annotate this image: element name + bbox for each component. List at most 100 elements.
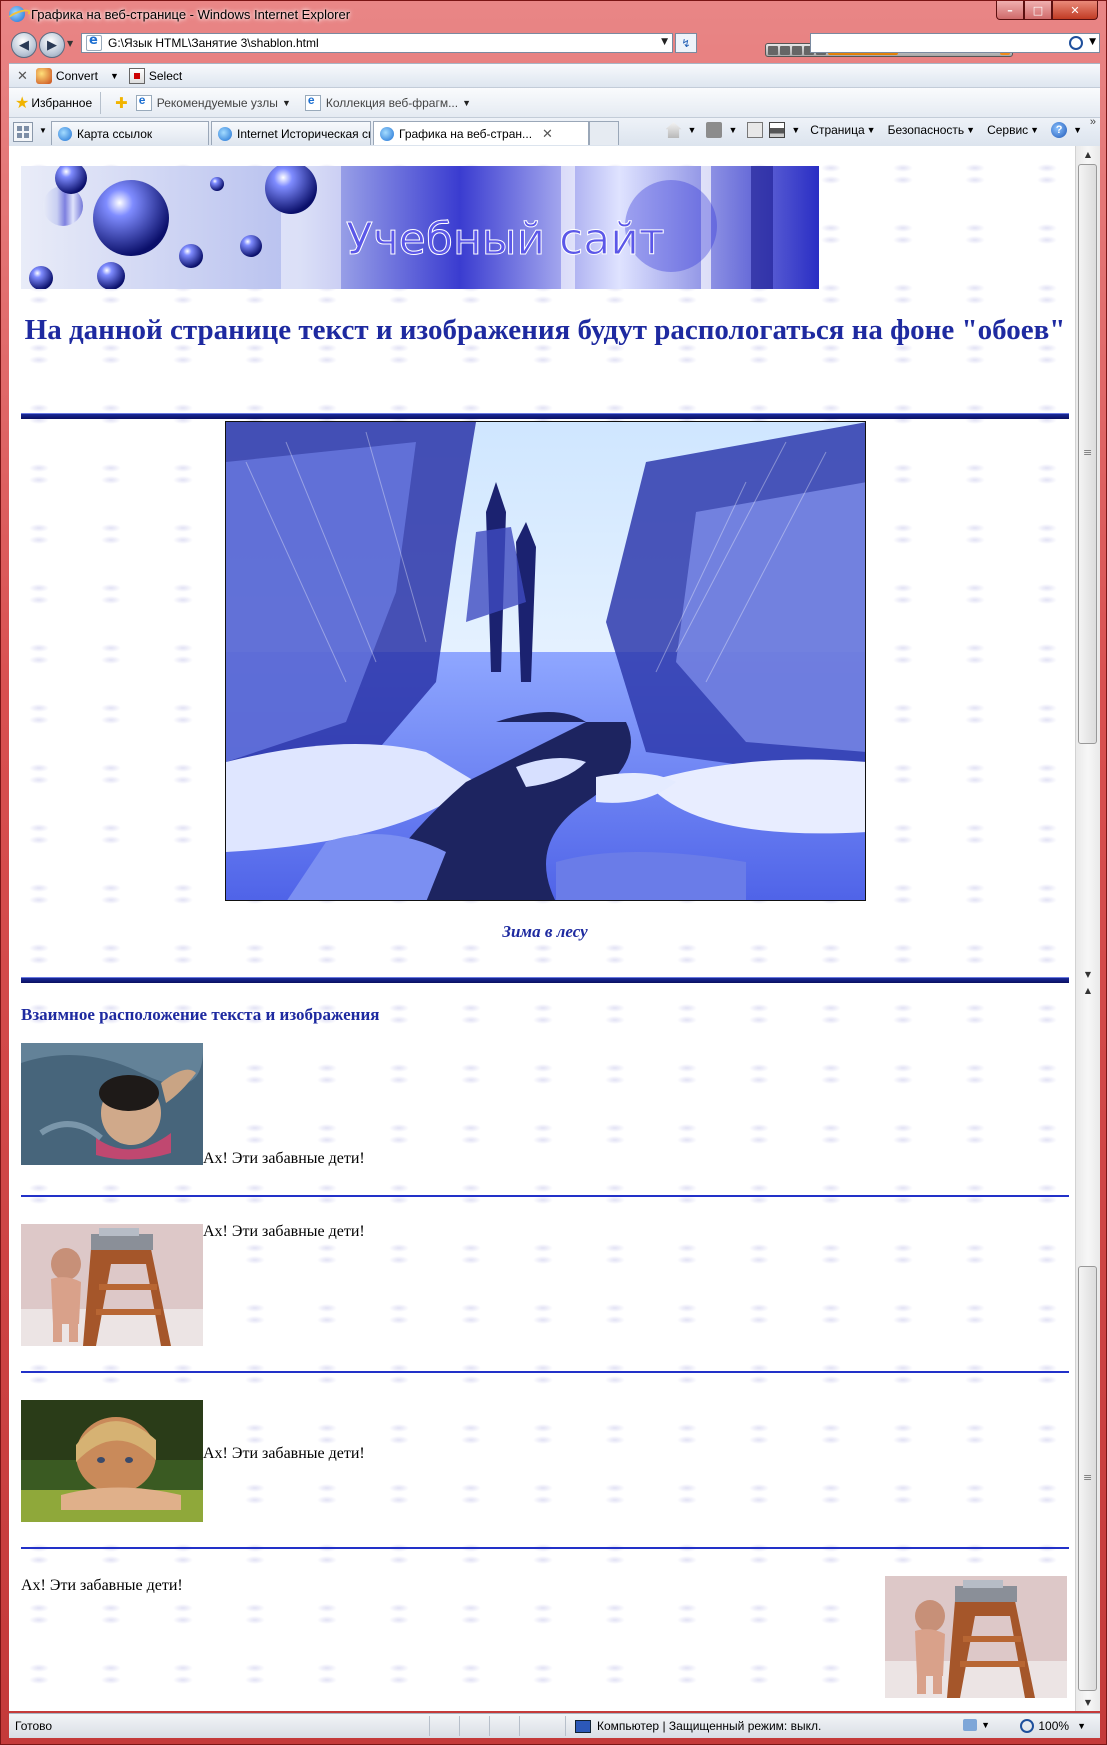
section-title: Взаимное расположение текста и изображен… bbox=[21, 1005, 380, 1024]
chevron-down-icon: ▼ bbox=[1030, 125, 1040, 135]
new-tab-button[interactable] bbox=[589, 121, 619, 145]
favorites-button[interactable]: Избранное bbox=[31, 96, 92, 110]
scrollbar-thumb[interactable] bbox=[1078, 164, 1097, 744]
select-button[interactable]: Select bbox=[128, 68, 183, 84]
home-dropdown-icon[interactable]: ▼ bbox=[688, 125, 697, 135]
search-dropdown-icon[interactable]: ▼ bbox=[1089, 37, 1096, 47]
toolbar-divider bbox=[100, 92, 102, 114]
tab-label: Карта ссылок bbox=[77, 126, 153, 141]
chevron-down-icon: ▼ bbox=[462, 98, 472, 108]
address-bar[interactable]: G:\Язык HTML\Занятие 3\shablon.html ▼ bbox=[81, 33, 673, 53]
help-dropdown-icon[interactable]: ▼ bbox=[1073, 125, 1082, 135]
ie-page-icon bbox=[380, 126, 394, 141]
back-button[interactable]: ◀ bbox=[11, 32, 37, 58]
page-menu[interactable]: Страница ▼ bbox=[810, 123, 875, 137]
zoom-level: 100% bbox=[1038, 1719, 1070, 1733]
zoom-dropdown-icon[interactable]: ▼ bbox=[1077, 1721, 1086, 1731]
browser-window: Графика на веб-странице - Windows Intern… bbox=[0, 0, 1107, 1745]
address-dropdown-icon[interactable]: ▼ bbox=[661, 37, 668, 47]
scrollbar-thumb[interactable] bbox=[1078, 1266, 1097, 1691]
tab-label: Графика на веб-стран... bbox=[399, 126, 533, 141]
page-icon bbox=[135, 93, 152, 111]
horizontal-rule bbox=[21, 977, 1069, 983]
favorites-star-icon: ★ bbox=[15, 95, 30, 112]
convert-dropdown-icon[interactable]: ▼ bbox=[110, 71, 119, 81]
tab-historical[interactable]: Internet Историческая сп... bbox=[211, 121, 371, 145]
convert-button[interactable]: Convert bbox=[35, 68, 98, 84]
child-grass-image bbox=[21, 1400, 203, 1522]
quick-tabs-button[interactable] bbox=[13, 122, 33, 142]
print-dropdown-icon[interactable]: ▼ bbox=[791, 125, 800, 135]
maximize-button[interactable]: □ bbox=[1024, 1, 1052, 20]
ie-page-icon bbox=[58, 126, 72, 141]
zoom-control[interactable]: 100% ▼ bbox=[1020, 1719, 1086, 1733]
winter-forest-image bbox=[225, 421, 866, 901]
ie-logo-icon bbox=[9, 6, 25, 22]
safety-menu[interactable]: Безопасность ▼ bbox=[888, 123, 975, 137]
window-controls: – □ ✕ bbox=[996, 1, 1098, 20]
convert-icon bbox=[35, 68, 52, 84]
title-bar: Графика на веб-странице - Windows Intern… bbox=[9, 3, 909, 25]
scroll-down-arrow-icon[interactable]: ▼ bbox=[1076, 1694, 1100, 1710]
status-text: Готово bbox=[15, 1719, 53, 1733]
security-zone[interactable]: Компьютер | Защищенный режим: выкл. bbox=[575, 1719, 821, 1733]
tab-site-map[interactable]: Карта ссылок bbox=[51, 121, 209, 145]
fun-text: Ах! Эти забавные дети! bbox=[203, 1445, 365, 1462]
swimming-child-image bbox=[21, 1043, 203, 1165]
protected-mode-button[interactable]: ▼ bbox=[963, 1719, 990, 1731]
mail-icon[interactable] bbox=[747, 122, 764, 138]
zone-label: Компьютер | Защищенный режим: выкл. bbox=[597, 1719, 822, 1733]
close-button[interactable]: ✕ bbox=[1052, 1, 1098, 20]
status-divider bbox=[519, 1716, 520, 1736]
media-play-icon[interactable] bbox=[768, 45, 778, 55]
tools-menu[interactable]: Сервис ▼ bbox=[987, 123, 1039, 137]
tab-graphics[interactable]: Графика на веб-стран... ✕ bbox=[373, 121, 589, 145]
site-banner: Учебный сайт bbox=[21, 166, 819, 289]
close-toolbar-icon[interactable]: ✕ bbox=[17, 68, 28, 84]
media-pause-icon[interactable] bbox=[780, 45, 790, 55]
computer-zone-icon bbox=[575, 1719, 591, 1733]
print-icon[interactable] bbox=[769, 122, 786, 138]
fav-item-suggested-sites[interactable]: Рекомендуемые узлы ▼ bbox=[135, 93, 291, 111]
chevron-down-icon: ▼ bbox=[966, 125, 976, 135]
minimize-button[interactable]: – bbox=[996, 1, 1024, 20]
convert-label: Convert bbox=[55, 69, 98, 83]
feeds-dropdown-icon[interactable]: ▼ bbox=[728, 125, 737, 135]
feeds-icon[interactable] bbox=[706, 122, 723, 138]
favorites-bar: ★ Избранное ✚ Рекомендуемые узлы ▼ Колле… bbox=[9, 87, 1100, 118]
search-input[interactable]: ▼ bbox=[810, 33, 1100, 53]
address-input[interactable]: G:\Язык HTML\Занятие 3\shablon.html bbox=[108, 36, 319, 50]
compat-refresh-button[interactable]: ↯ bbox=[675, 33, 697, 53]
search-icon[interactable] bbox=[1069, 36, 1083, 50]
media-stop-icon[interactable] bbox=[792, 45, 802, 55]
tab-label: Internet Историческая сп... bbox=[237, 126, 371, 141]
fun-text: Ах! Эти забавные дети! bbox=[203, 1223, 365, 1240]
home-icon[interactable] bbox=[665, 122, 682, 138]
chevron-down-icon: ▼ bbox=[866, 125, 876, 135]
vertical-scrollbar[interactable]: ▲ ▼ ▲ ▼ bbox=[1075, 146, 1100, 1711]
scroll-up-arrow-icon[interactable]: ▲ bbox=[1076, 146, 1100, 162]
horizontal-rule bbox=[21, 413, 1069, 419]
scroll-up-arrow-icon[interactable]: ▲ bbox=[1076, 982, 1100, 998]
ie-page-icon bbox=[218, 126, 232, 141]
horizontal-rule bbox=[21, 1195, 1069, 1197]
tab-list-dropdown-icon[interactable]: ▼ bbox=[39, 126, 47, 135]
history-dropdown-icon[interactable]: ▼ bbox=[67, 39, 73, 48]
page-menu-label: Страница bbox=[810, 123, 865, 137]
navigation-bar: ◀ ▶ ▼ G:\Язык HTML\Занятие 3\shablon.htm… bbox=[9, 31, 1100, 59]
status-divider bbox=[459, 1716, 460, 1736]
scroll-down-arrow-icon[interactable]: ▼ bbox=[1076, 966, 1100, 982]
status-divider bbox=[429, 1716, 430, 1736]
select-label: Select bbox=[148, 69, 183, 83]
toolbar-overflow-icon[interactable]: » bbox=[1090, 116, 1096, 128]
add-favorite-icon[interactable]: ✚ bbox=[115, 94, 128, 112]
forward-button[interactable]: ▶ bbox=[39, 32, 65, 58]
close-tab-icon[interactable]: ✕ bbox=[542, 126, 553, 142]
chevron-down-icon: ▼ bbox=[281, 98, 291, 108]
fav-item-label: Рекомендуемые узлы bbox=[156, 96, 278, 110]
page-heading: На данной странице текст и изображения б… bbox=[24, 314, 1066, 346]
banner-logo-text: Учебный сайт bbox=[346, 214, 664, 265]
page-icon bbox=[304, 93, 321, 111]
help-icon[interactable]: ? bbox=[1051, 122, 1068, 138]
fav-item-web-slice-gallery[interactable]: Коллекция веб-фрагм... ▼ bbox=[304, 93, 472, 111]
